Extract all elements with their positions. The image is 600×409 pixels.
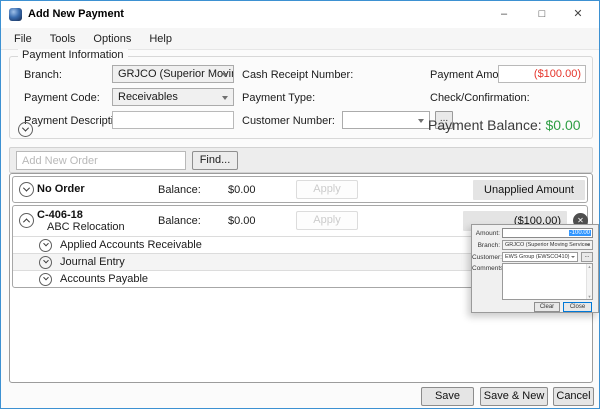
menu-bar: File Tools Options Help	[1, 28, 599, 50]
chevron-up-icon	[23, 218, 30, 225]
branch-label: Branch:	[472, 242, 500, 249]
payment-information-group: Payment Information Branch: GRJCO (Super…	[9, 56, 593, 139]
cash-receipt-number-label: Cash Receipt Number:	[242, 69, 353, 81]
customer-lookup-button[interactable]: ...	[581, 252, 593, 262]
scrollbar[interactable]: ▲ ▼	[586, 264, 592, 299]
app-logo-icon	[9, 8, 22, 21]
amount-detail-popup: Amount: -100.00 Branch: GRJCO (Superior …	[471, 224, 599, 313]
payment-code-label: Payment Code:	[24, 92, 100, 104]
payment-balance-value: $0.00	[546, 117, 581, 133]
chevron-down-icon	[222, 73, 228, 77]
close-popup-button[interactable]: Close	[563, 302, 592, 312]
chevron-down-icon	[22, 125, 29, 132]
apply-button[interactable]: Apply	[296, 180, 358, 199]
chevron-down-icon	[571, 256, 575, 258]
comments-textarea[interactable]: ▲ ▼	[502, 263, 593, 300]
order-search-strip: Find...	[9, 147, 593, 173]
payment-balance-label: Payment Balance:	[428, 117, 542, 133]
branch-select[interactable]: GRJCO (Superior Moving Services of CO)	[502, 240, 593, 250]
customer-label: Customer:	[472, 254, 500, 261]
save-and-new-button[interactable]: Save & New	[480, 387, 548, 406]
apply-button[interactable]: Apply	[296, 211, 358, 230]
branch-value: GRJCO (Superior Moving Services of CO)	[505, 242, 593, 248]
window-title: Add New Payment	[28, 8, 124, 20]
amount-label: Amount:	[472, 230, 500, 237]
order-title: C-406-18	[37, 209, 83, 221]
maximize-button[interactable]: □	[527, 5, 557, 24]
chevron-down-icon	[222, 96, 228, 100]
group-legend: Payment Information	[18, 49, 128, 61]
customer-value: EWS Group (EWSCO410)	[505, 254, 570, 260]
expand-section-button[interactable]	[39, 239, 52, 252]
add-new-payment-window: Add New Payment – □ ✕ File Tools Options…	[0, 0, 600, 409]
balance-value: $0.00	[228, 184, 256, 196]
cancel-button[interactable]: Cancel	[553, 387, 594, 406]
expand-section-button[interactable]	[39, 256, 52, 269]
amount-input[interactable]: -100.00	[502, 228, 593, 238]
expand-order-button[interactable]	[19, 182, 34, 197]
balance-label: Balance:	[158, 184, 201, 196]
expand-payment-info-button[interactable]	[18, 122, 33, 137]
menu-tools[interactable]: Tools	[41, 30, 85, 48]
section-label: Accounts Payable	[60, 273, 148, 285]
scroll-up-icon[interactable]: ▲	[588, 264, 592, 269]
comments-label: Comments:	[472, 265, 500, 272]
payment-description-input[interactable]	[112, 111, 234, 129]
payment-code-select[interactable]: Receivables	[112, 88, 234, 106]
menu-file[interactable]: File	[5, 30, 41, 48]
branch-value: GRJCO (Superior Movir	[118, 68, 234, 80]
order-subtitle: ABC Relocation	[47, 221, 125, 233]
chevron-down-icon	[43, 241, 49, 247]
expand-section-button[interactable]	[39, 273, 52, 286]
chevron-down-icon	[586, 244, 590, 246]
scroll-down-icon[interactable]: ▼	[588, 294, 592, 299]
check-confirmation-label: Check/Confirmation:	[430, 92, 530, 104]
order-title: No Order	[37, 183, 85, 195]
chevron-down-icon	[418, 119, 424, 123]
branch-select[interactable]: GRJCO (Superior Movir	[112, 65, 234, 83]
add-new-order-input[interactable]	[16, 151, 186, 170]
balance-label: Balance:	[158, 215, 201, 227]
balance-value: $0.00	[228, 215, 256, 227]
payment-balance: Payment Balance: $0.00	[428, 117, 581, 133]
close-button[interactable]: ✕	[563, 5, 593, 24]
unapplied-amount-box[interactable]: Unapplied Amount	[473, 180, 585, 200]
title-bar: Add New Payment – □ ✕	[1, 1, 599, 28]
collapse-order-button[interactable]	[19, 213, 34, 228]
section-label: Applied Accounts Receivable	[60, 239, 202, 251]
save-button[interactable]: Save	[421, 387, 474, 406]
payment-amount-input[interactable]	[498, 65, 586, 83]
order-row-no-order[interactable]: No Order Balance: $0.00 Apply Unapplied …	[12, 176, 588, 203]
selected-amount-text: -100.00	[569, 230, 591, 236]
chevron-down-icon	[23, 185, 30, 192]
find-button[interactable]: Find...	[192, 151, 238, 170]
payment-type-label: Payment Type:	[242, 92, 315, 104]
customer-number-label: Customer Number:	[242, 115, 335, 127]
customer-select[interactable]: EWS Group (EWSCO410)	[502, 252, 578, 262]
section-label: Journal Entry	[60, 256, 125, 268]
payment-code-value: Receivables	[118, 91, 178, 103]
minimize-button[interactable]: –	[489, 5, 519, 24]
chevron-down-icon	[43, 258, 49, 264]
customer-number-select[interactable]	[342, 111, 430, 129]
menu-options[interactable]: Options	[84, 30, 140, 48]
branch-label: Branch:	[24, 69, 62, 81]
menu-help[interactable]: Help	[140, 30, 181, 48]
clear-button[interactable]: Clear	[534, 302, 560, 312]
chevron-down-icon	[43, 275, 49, 281]
